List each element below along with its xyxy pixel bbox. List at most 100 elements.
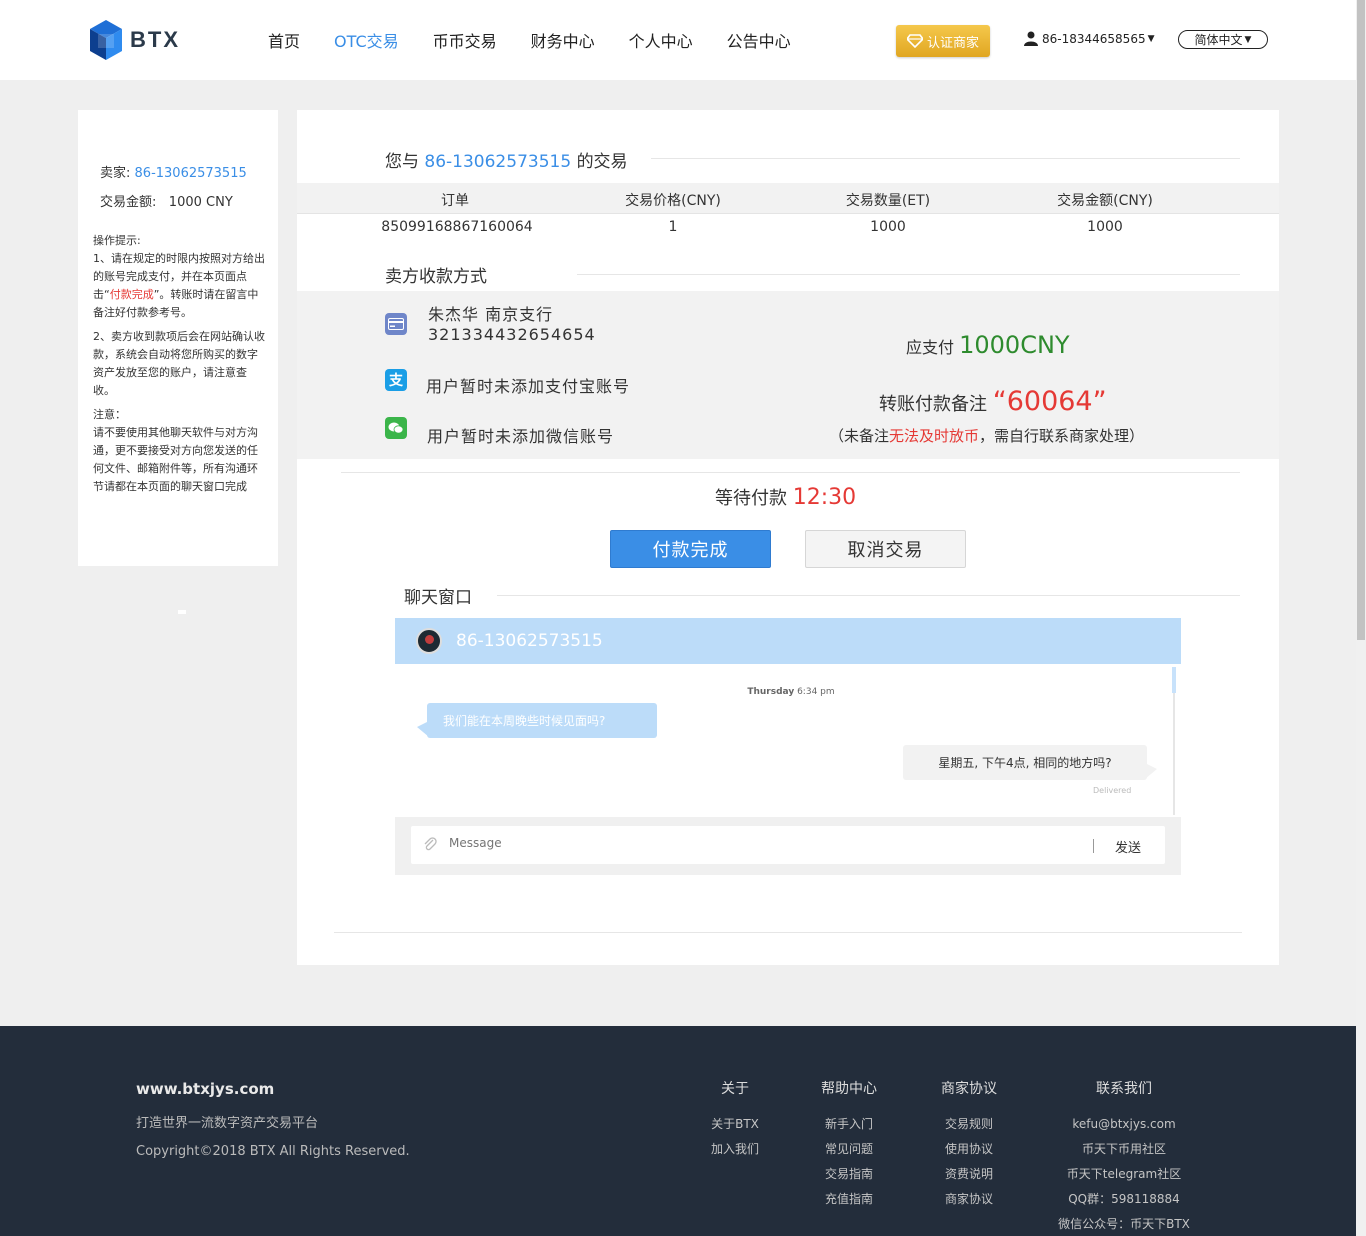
logo[interactable]: BTX bbox=[88, 18, 180, 62]
message-input[interactable] bbox=[449, 836, 1049, 850]
divider bbox=[334, 932, 1242, 933]
amount-due: 应支付 1000CNY bbox=[906, 331, 1070, 359]
footer-site[interactable]: www.btxjys.com bbox=[136, 1080, 274, 1098]
tip-1: 1、请在规定的时限内按照对方给出的账号完成支付，并在本页面点击“付款完成”。转账… bbox=[93, 252, 265, 319]
footer-copyright: Copyright©2018 BTX All Rights Reserved. bbox=[136, 1144, 410, 1159]
payment-complete-button[interactable]: 付款完成 bbox=[610, 530, 771, 568]
divider bbox=[497, 595, 1240, 596]
nav-coin-trade[interactable]: 币币交易 bbox=[433, 28, 497, 52]
seller-label: 卖家: bbox=[100, 166, 131, 181]
footer-link[interactable]: 新手入门 bbox=[814, 1112, 884, 1137]
footer-link[interactable]: 微信公众号：币天下BTX bbox=[1044, 1212, 1204, 1236]
divider bbox=[178, 610, 186, 614]
remark-code: “60064” bbox=[992, 386, 1107, 417]
chat-input-bar: 发送 bbox=[395, 817, 1181, 875]
chat-input-box: 发送 bbox=[411, 826, 1165, 864]
footer-link[interactable]: 商家协议 bbox=[934, 1187, 1004, 1212]
footer-col-help: 帮助中心 新手入门 常见问题 交易指南 充值指南 bbox=[814, 1078, 884, 1212]
chat-window: 86-13062573515 Thursday 6:34 pm 我们能在本周晚些… bbox=[395, 618, 1181, 875]
language-select[interactable]: 简体中文 ▼ bbox=[1178, 30, 1268, 49]
certified-merchant-button[interactable]: 认证商家 bbox=[896, 25, 990, 57]
scrollbar-thumb[interactable] bbox=[1357, 0, 1365, 640]
language-label: 简体中文 bbox=[1194, 33, 1243, 47]
footer-col-title: 联系我们 bbox=[1096, 1081, 1152, 1097]
footer: www.btxjys.com 打造世界一流数字资产交易平台 Copyright©… bbox=[0, 1026, 1356, 1236]
footer-link[interactable]: 常见问题 bbox=[814, 1137, 884, 1162]
caret-down-icon: ▼ bbox=[1244, 34, 1252, 45]
payment-methods-title: 卖方收款方式 bbox=[385, 267, 487, 287]
operation-tips: 操作提示: 1、请在规定的时限内按照对方给出的账号完成支付，并在本页面点击“付款… bbox=[93, 232, 265, 502]
nav-personal[interactable]: 个人中心 bbox=[629, 28, 693, 52]
message-incoming: 我们能在本周晚些时候见面吗? bbox=[417, 703, 657, 738]
certified-merchant-label: 认证商家 bbox=[926, 35, 979, 51]
order-amount: 1000 bbox=[1087, 219, 1123, 235]
col-order: 订单 bbox=[441, 193, 469, 209]
caret-down-icon: ▼ bbox=[1147, 33, 1155, 44]
user-menu[interactable]: 86-18344658565 ▼ bbox=[1024, 31, 1155, 46]
payment-methods: 朱杰华 南京支行 321334432654654 支 用户暂时未添加支付宝账号 … bbox=[297, 291, 1279, 459]
nav-home[interactable]: 首页 bbox=[268, 28, 300, 52]
send-button[interactable]: 发送 bbox=[1115, 837, 1141, 856]
footer-link[interactable]: 使用协议 bbox=[934, 1137, 1004, 1162]
bank-account: 321334432654654 bbox=[428, 325, 596, 344]
chat-scrollbar[interactable] bbox=[1172, 667, 1176, 815]
chat-scrollbar-thumb[interactable] bbox=[1172, 667, 1176, 693]
countdown-timer: 12:30 bbox=[792, 485, 857, 510]
footer-col-title: 关于 bbox=[721, 1081, 749, 1097]
divider bbox=[577, 274, 1240, 275]
col-amount: 交易金额(CNY) bbox=[1057, 193, 1153, 209]
logo-text: BTX bbox=[130, 27, 180, 52]
nav-otc[interactable]: OTC交易 bbox=[334, 28, 399, 52]
footer-link[interactable]: 交易指南 bbox=[814, 1162, 884, 1187]
chat-contact: 86-13062573515 bbox=[456, 631, 603, 651]
trade-info-panel: 卖家: 86-13062573515 交易金额: 1000 CNY 操作提示: … bbox=[78, 110, 278, 566]
logo-cube-icon bbox=[90, 20, 122, 60]
attachment-icon[interactable] bbox=[423, 836, 437, 856]
footer-link[interactable]: kefu@btxjys.com bbox=[1044, 1112, 1204, 1137]
chat-title: 聊天窗口 bbox=[404, 588, 472, 608]
footer-link[interactable]: 币天下币用社区 bbox=[1044, 1137, 1204, 1162]
avatar bbox=[416, 628, 442, 654]
remark-warning: （未备注无法及时放币，需自行联系商家处理） bbox=[829, 427, 1145, 445]
footer-link[interactable]: 关于BTX bbox=[705, 1112, 765, 1137]
nav-announcements[interactable]: 公告中心 bbox=[727, 28, 791, 52]
footer-link[interactable]: 加入我们 bbox=[705, 1137, 765, 1162]
footer-link[interactable]: 币天下telegram社区 bbox=[1044, 1162, 1204, 1187]
order-id: 85099168867160064 bbox=[381, 219, 533, 235]
footer-col-contact: 联系我们 kefu@btxjys.com 币天下币用社区 币天下telegram… bbox=[1044, 1078, 1204, 1236]
cancel-trade-button[interactable]: 取消交易 bbox=[805, 530, 966, 568]
seller-phone[interactable]: 86-13062573515 bbox=[135, 166, 247, 181]
footer-col-title: 帮助中心 bbox=[821, 1081, 877, 1097]
user-icon bbox=[1024, 31, 1038, 46]
top-header: BTX 首页 OTC交易 币币交易 财务中心 个人中心 公告中心 认证商家 86… bbox=[0, 0, 1356, 80]
message-outgoing: 星期五, 下午4点, 相同的地方吗? bbox=[903, 745, 1157, 780]
divider bbox=[651, 158, 1240, 159]
alipay-status: 用户暂时未添加支付宝账号 bbox=[426, 377, 631, 396]
amount-label: 交易金额: bbox=[100, 195, 157, 210]
alipay-icon: 支 bbox=[385, 369, 407, 391]
footer-link[interactable]: 交易规则 bbox=[934, 1112, 1004, 1137]
amount-value: 1000 CNY bbox=[168, 195, 233, 210]
diamond-icon bbox=[906, 34, 923, 48]
nav-finance[interactable]: 财务中心 bbox=[531, 28, 595, 52]
tips-title: 操作提示: bbox=[93, 234, 141, 247]
bank-holder: 朱杰华 南京支行 bbox=[428, 305, 554, 324]
footer-link[interactable]: 资费说明 bbox=[934, 1162, 1004, 1187]
footer-link[interactable]: 充值指南 bbox=[814, 1187, 884, 1212]
col-quantity: 交易数量(ET) bbox=[845, 193, 931, 209]
wechat-status: 用户暂时未添加微信账号 bbox=[427, 427, 615, 446]
bank-card-icon bbox=[385, 313, 407, 335]
seller-row: 卖家: 86-13062573515 bbox=[100, 162, 247, 181]
trade-title: 您与 86-13062573515 的交易 bbox=[385, 152, 628, 172]
payment-countdown: 等待付款 12:30 bbox=[715, 485, 857, 510]
trade-main-panel: 您与 86-13062573515 的交易 订单 交易价格(CNY) 交易数量(… bbox=[297, 110, 1279, 965]
user-phone: 86-18344658565 bbox=[1042, 31, 1146, 46]
footer-link[interactable]: QQ群：598118884 bbox=[1044, 1187, 1204, 1212]
order-quantity: 1000 bbox=[870, 219, 906, 235]
tip-2: 2、卖方收到款项后会在网站确认收款，系统会自动将您所购买的数字资产发放至您的账户… bbox=[93, 330, 265, 397]
divider bbox=[341, 472, 1240, 473]
order-price: 1 bbox=[668, 219, 678, 235]
footer-col-about: 关于 关于BTX 加入我们 bbox=[705, 1078, 765, 1162]
page-scrollbar[interactable] bbox=[1356, 0, 1366, 1236]
counterparty-phone[interactable]: 86-13062573515 bbox=[424, 152, 571, 172]
